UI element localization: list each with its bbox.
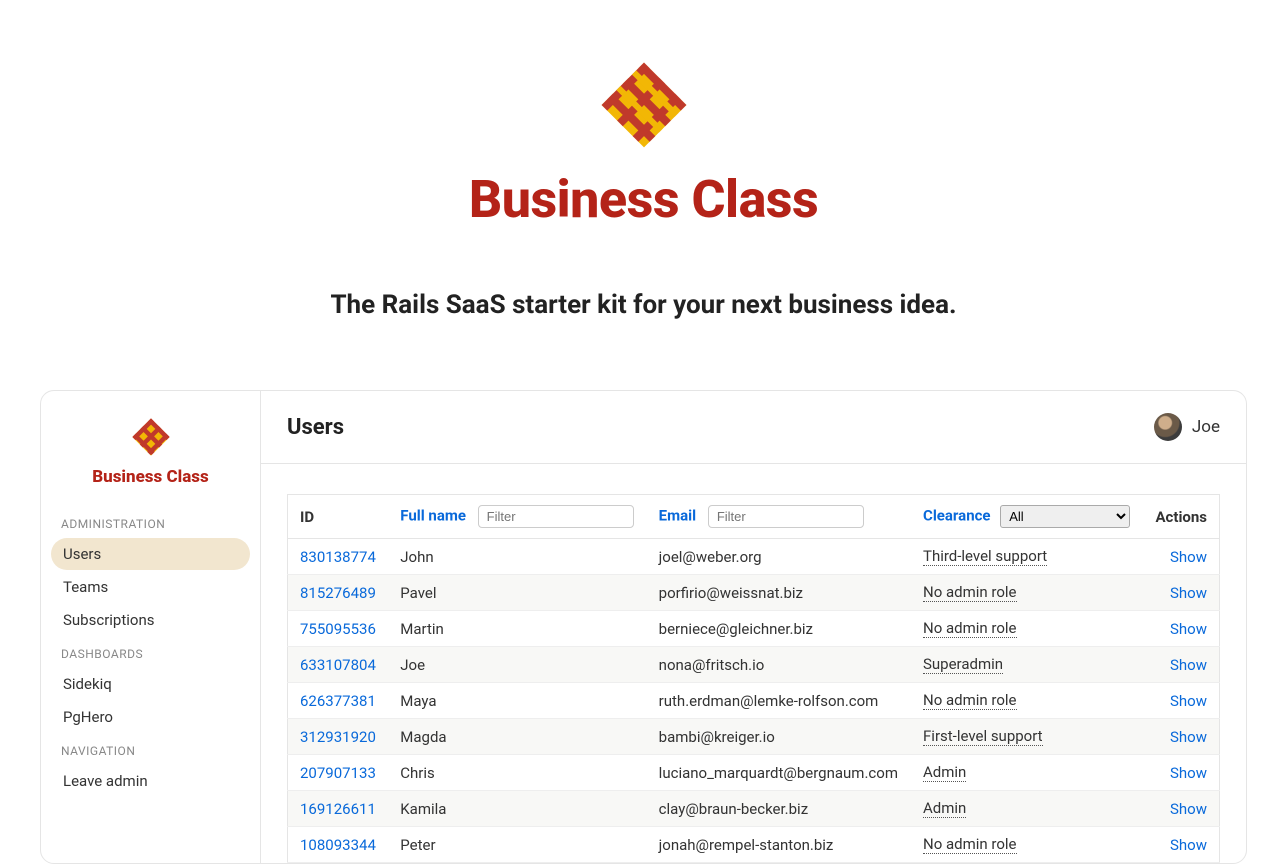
table-row: 312931920 Magdabambi@kreiger.io First-leve… — [288, 719, 1220, 755]
row-name: Chris — [388, 755, 646, 791]
row-id-link[interactable]: 830138774 — [300, 548, 376, 566]
row-id-link[interactable]: 815276489 — [300, 584, 376, 602]
row-show-link[interactable]: Show — [1155, 584, 1207, 602]
row-name: Joe — [388, 647, 646, 683]
hero-title: Business Class — [20, 169, 1267, 230]
row-id-link[interactable]: 755095536 — [300, 620, 376, 638]
row-show-link[interactable]: Show — [1155, 836, 1207, 854]
sidebar: Business Class ADMINISTRATION Users Team… — [41, 391, 261, 863]
row-clearance: No admin role — [923, 619, 1017, 638]
page-title: Users — [287, 415, 344, 440]
hero-logo-icon — [594, 55, 694, 159]
row-clearance: Admin — [923, 763, 966, 782]
row-email: joel@weber.org — [647, 539, 911, 575]
row-id-link[interactable]: 626377381 — [300, 692, 376, 710]
row-clearance: Third-level support — [923, 547, 1047, 566]
row-id-link[interactable]: 169126611 — [300, 800, 376, 818]
filter-name-input[interactable] — [478, 505, 634, 528]
table-row: 815276489 Pavelporfirio@weissnat.biz No ad… — [288, 575, 1220, 611]
row-clearance: No admin role — [923, 691, 1017, 710]
row-show-link[interactable]: Show — [1155, 548, 1207, 566]
current-user-chip[interactable]: Joe — [1154, 413, 1220, 441]
row-show-link[interactable]: Show — [1155, 620, 1207, 638]
hero-subtitle: The Rails SaaS starter kit for your next… — [20, 290, 1267, 320]
hero: Business Class The Rails SaaS starter ki… — [0, 0, 1287, 350]
row-id-link[interactable]: 312931920 — [300, 728, 376, 746]
row-show-link[interactable]: Show — [1155, 800, 1207, 818]
filter-email-input[interactable] — [708, 505, 864, 528]
row-show-link[interactable]: Show — [1155, 764, 1207, 782]
row-id-link[interactable]: 633107804 — [300, 656, 376, 674]
sidebar-item-leave-admin[interactable]: Leave admin — [51, 765, 250, 797]
row-show-link[interactable]: Show — [1155, 656, 1207, 674]
row-show-link[interactable]: Show — [1155, 692, 1207, 710]
row-name: Martin — [388, 611, 646, 647]
table-row: 169126611 Kamilaclay@braun-becker.biz Admi… — [288, 791, 1220, 827]
sidebar-item-sidekiq[interactable]: Sidekiq — [51, 668, 250, 700]
row-name: John — [388, 539, 646, 575]
row-email: luciano_marquardt@bergnaum.com — [647, 755, 911, 791]
sidebar-brand-title: Business Class — [51, 467, 250, 487]
sidebar-item-pghero[interactable]: PgHero — [51, 701, 250, 733]
row-email: berniece@gleichner.biz — [647, 611, 911, 647]
table-row: 207907133 Chrisluciano_marquardt@bergnaum… — [288, 755, 1220, 791]
main-header: Users Joe — [261, 391, 1246, 464]
col-full-name[interactable]: Full name — [388, 495, 646, 539]
col-actions: Actions — [1143, 495, 1219, 539]
avatar — [1154, 413, 1182, 441]
row-clearance: Superadmin — [923, 655, 1003, 674]
row-name: Maya — [388, 683, 646, 719]
table-row: 633107804 Joenona@fritsch.io Superadmin Sho… — [288, 647, 1220, 683]
sidebar-item-teams[interactable]: Teams — [51, 571, 250, 603]
users-table: ID Full name Email Clearance All — [287, 494, 1220, 863]
admin-panel: Business Class ADMINISTRATION Users Team… — [40, 390, 1247, 864]
row-name: Magda — [388, 719, 646, 755]
table-row: 755095536 Martinberniece@gleichner.biz No … — [288, 611, 1220, 647]
row-email: porfirio@weissnat.biz — [647, 575, 911, 611]
nav-section-navigation: NAVIGATION — [51, 734, 250, 764]
row-name: Kamila — [388, 791, 646, 827]
row-email: bambi@kreiger.io — [647, 719, 911, 755]
current-user-name: Joe — [1192, 417, 1220, 437]
row-clearance: No admin role — [923, 583, 1017, 602]
row-name: Pavel — [388, 575, 646, 611]
filter-clearance-select[interactable]: All — [1000, 505, 1130, 528]
col-id: ID — [288, 495, 389, 539]
col-email[interactable]: Email — [647, 495, 911, 539]
col-clearance[interactable]: Clearance All — [911, 495, 1143, 539]
row-clearance: First-level support — [923, 727, 1043, 746]
sidebar-item-users[interactable]: Users — [51, 538, 250, 570]
main-content: Users Joe ID Full name Email — [261, 391, 1246, 863]
row-id-link[interactable]: 108093344 — [300, 836, 376, 854]
sidebar-item-subscriptions[interactable]: Subscriptions — [51, 604, 250, 636]
nav-section-administration: ADMINISTRATION — [51, 507, 250, 537]
table-row: 830138774 Johnjoel@weber.org Third-level s… — [288, 539, 1220, 575]
sidebar-brand-icon — [129, 415, 173, 459]
row-show-link[interactable]: Show — [1155, 728, 1207, 746]
row-clearance: No admin role — [923, 835, 1017, 854]
row-email: clay@braun-becker.biz — [647, 791, 911, 827]
row-email: jonah@rempel-stanton.biz — [647, 827, 911, 863]
sidebar-brand[interactable]: Business Class — [51, 415, 250, 487]
row-id-link[interactable]: 207907133 — [300, 764, 376, 782]
row-email: nona@fritsch.io — [647, 647, 911, 683]
table-row: 626377381 Mayaruth.erdman@lemke-rolfson.c… — [288, 683, 1220, 719]
row-email: ruth.erdman@lemke-rolfson.com — [647, 683, 911, 719]
nav-section-dashboards: DASHBOARDS — [51, 637, 250, 667]
row-name: Peter — [388, 827, 646, 863]
row-clearance: Admin — [923, 799, 966, 818]
table-row: 108093344 Peterjonah@rempel-stanton.biz No… — [288, 827, 1220, 863]
